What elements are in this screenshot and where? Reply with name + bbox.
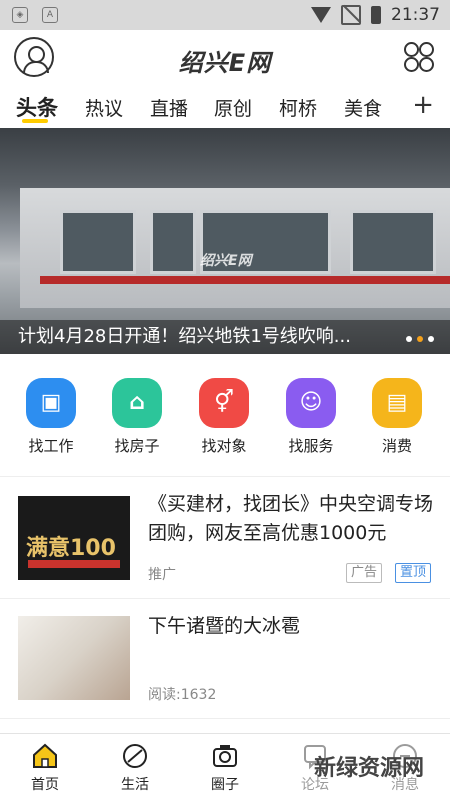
home-icon <box>31 742 59 770</box>
gender-icon: ⚥ <box>199 378 249 428</box>
service-consume[interactable]: ▤ 消费 <box>354 378 440 456</box>
tab-hot[interactable]: 热议 <box>85 94 123 121</box>
tab-headline[interactable]: 头条 <box>16 92 58 122</box>
wifi-icon <box>311 7 331 23</box>
service-icon: ☺ <box>286 378 336 428</box>
news-thumbnail: 满意100 <box>18 496 130 580</box>
no-sim-icon <box>341 5 361 25</box>
ad-badge: 广告 <box>346 563 383 583</box>
service-find-service[interactable]: ☺ 找服务 <box>268 378 354 456</box>
news-meta: 推广 <box>148 567 176 583</box>
status-bar: ◈ A 21:37 <box>0 0 450 30</box>
briefcase-icon: ▣ <box>26 378 76 428</box>
battery-icon <box>371 6 381 24</box>
tab-keqiao[interactable]: 柯桥 <box>279 94 317 121</box>
banner-carousel[interactable]: 绍兴E网 计划4月28日开通！绍兴地铁1号线吹响... <box>0 128 450 354</box>
shop-icon: ▤ <box>372 378 422 428</box>
tab-original[interactable]: 原创 <box>214 94 252 121</box>
carousel-dots <box>406 336 434 342</box>
tab-active-indicator <box>22 119 48 123</box>
apps-grid-icon[interactable] <box>404 42 434 72</box>
tab-food[interactable]: 美食 <box>344 94 382 121</box>
service-find-house[interactable]: ⌂ 找房子 <box>94 378 180 456</box>
news-meta: 阅读:1632 <box>148 687 217 703</box>
service-shortcuts: ▣ 找工作 ⌂ 找房子 ⚥ 找对象 ☺ 找服务 ▤ 消费 <box>0 354 450 477</box>
add-tab-button[interactable]: + <box>412 90 434 120</box>
camera-icon <box>211 742 239 770</box>
tab-live[interactable]: 直播 <box>150 94 188 121</box>
service-find-job[interactable]: ▣ 找工作 <box>8 378 94 456</box>
service-find-partner[interactable]: ⚥ 找对象 <box>181 378 267 456</box>
news-thumbnail <box>18 616 130 700</box>
news-title: 《买建材，找团长》中央空调专场团购，网友至高优惠1000元 <box>148 493 434 544</box>
house-icon: ⌂ <box>112 378 162 428</box>
news-item[interactable]: 下午诸暨的大冰雹 阅读:1632 <box>0 598 450 719</box>
nav-home[interactable]: 首页 <box>10 742 80 794</box>
pinned-badge: 置顶 <box>395 563 432 583</box>
news-item[interactable]: 满意100 《买建材，找团长》中央空调专场团购，网友至高优惠1000元 推广 广… <box>0 476 450 599</box>
life-icon <box>121 742 149 770</box>
nav-life[interactable]: 生活 <box>100 742 170 794</box>
category-tabs: 头条 热议 直播 原创 柯桥 美食 + <box>0 88 450 128</box>
font-icon: A <box>42 7 58 23</box>
app-header: 绍兴E网 <box>0 30 450 88</box>
app-logo: 绍兴E网 <box>178 49 272 77</box>
bottom-nav: 首页 生活 圈子 论坛 消息 新绿资源网 <box>0 733 450 800</box>
nav-circle[interactable]: 圈子 <box>190 742 260 794</box>
news-title: 下午诸暨的大冰雹 <box>148 615 301 637</box>
site-watermark: 新绿资源网 <box>260 744 430 794</box>
banner-caption: 计划4月28日开通！绍兴地铁1号线吹响... <box>0 320 450 354</box>
banner-watermark: 绍兴E网 <box>200 253 252 269</box>
status-time: 21:37 <box>391 5 440 25</box>
shield-icon: ◈ <box>12 7 28 23</box>
